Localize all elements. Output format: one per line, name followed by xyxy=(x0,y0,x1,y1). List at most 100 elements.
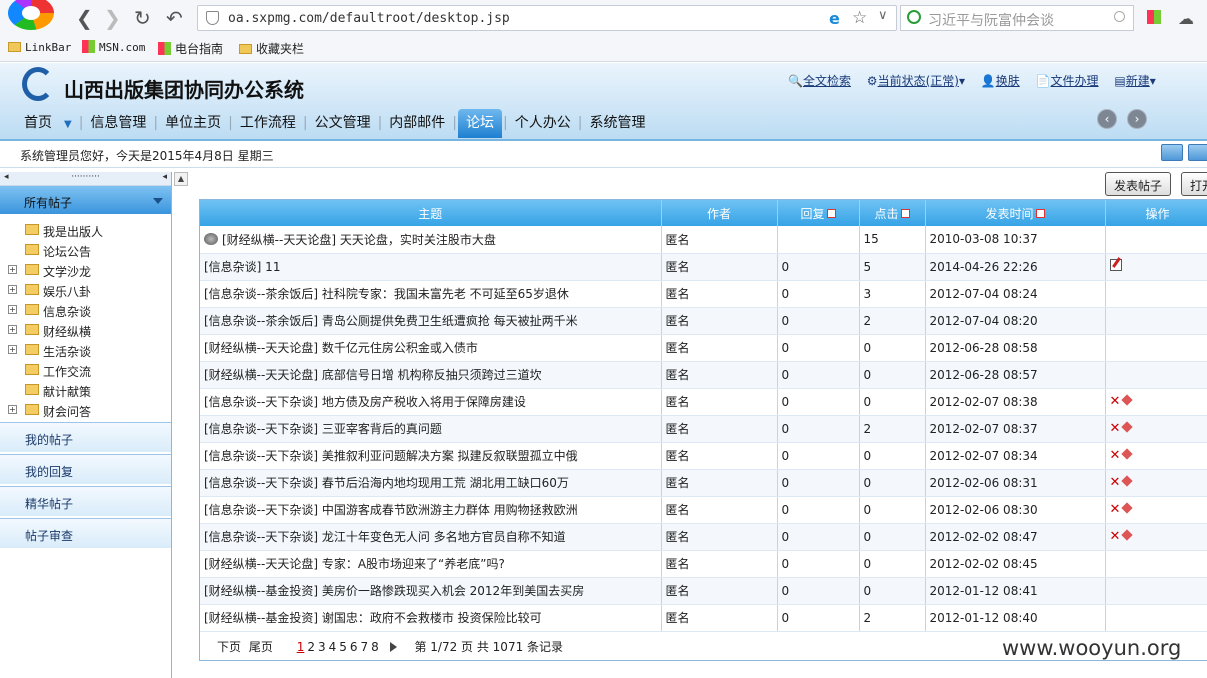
table-row[interactable]: [信息杂谈--天下杂谈] 中国游客成春节欧洲游主力群体 用购物拯救欧洲 匿名 0 0 2… xyxy=(200,496,1207,524)
fullscreen-icon[interactable] xyxy=(1188,144,1207,161)
move-icon[interactable] xyxy=(1121,448,1134,460)
status-link[interactable]: ⚙当前状态(正常)▾ xyxy=(867,74,965,88)
topic-link[interactable]: [信息杂谈--茶余饭后] 青岛公厕提供免费卫生纸遭疯抢 每天被扯两千米 xyxy=(204,314,578,328)
delete-icon[interactable]: ✕ xyxy=(1110,421,1121,436)
table-row[interactable]: [财经纵横--天天论盘] 专家：A股市场迎来了“养老底”吗? 匿名 0 0 2012-0… xyxy=(200,550,1207,578)
delete-icon[interactable]: ✕ xyxy=(1110,475,1121,490)
expand-icon[interactable]: + xyxy=(8,265,17,274)
ie-icon[interactable]: e xyxy=(829,9,840,28)
table-row[interactable]: [信息杂谈--天下杂谈] 地方债及房产税收入将用于保障房建设 匿名 0 0 2012-0… xyxy=(200,388,1207,416)
topic-link[interactable]: [财经纵横--基金投资] 谢国忠：政府不会救楼市 投资保险比较可 xyxy=(204,611,542,625)
tree-item-label[interactable]: 工作交流 xyxy=(43,363,91,380)
cell-topic[interactable]: [信息杂谈--天下杂谈] 春节后沿海内地均现用工荒 湖北用工缺口60万 xyxy=(200,469,662,497)
forward-icon[interactable]: ❯ xyxy=(104,8,121,28)
topic-link[interactable]: [财经纵横--基金投资] 美房价一路惨跌现买入机会 2012年到美国去买房 xyxy=(204,584,584,598)
sidebar-splitter[interactable]: ◂ ·········· ◂ xyxy=(0,172,171,186)
col-topic[interactable]: 主题 xyxy=(200,200,662,226)
topic-link[interactable]: [财经纵横--天天论盘] 数千亿元住房公积金或入债市 xyxy=(204,341,478,355)
menu-mail[interactable]: 内部邮件 xyxy=(383,110,451,134)
page-number-link[interactable]: 3 xyxy=(318,640,326,654)
tree-item-label[interactable]: 文学沙龙 xyxy=(43,263,91,280)
cell-topic[interactable]: [信息杂谈] 11 xyxy=(200,253,662,281)
menu-info[interactable]: 信息管理 xyxy=(84,110,152,134)
windows-icon[interactable] xyxy=(1147,10,1161,24)
topic-link[interactable]: [财经纵横--天天论盘] 底部信号日增 机构称反抽只须跨过三道坎 xyxy=(204,368,542,382)
expand-icon[interactable]: + xyxy=(8,305,17,314)
table-row[interactable]: [信息杂谈--天下杂谈] 三亚宰客背后的真问题 匿名 0 2 2012-02-07 08… xyxy=(200,415,1207,443)
table-row[interactable]: [信息杂谈--天下杂谈] 龙江十年变色无人问 多名地方官员自称不知道 匿名 0 0 20… xyxy=(200,523,1207,551)
sort-icon[interactable] xyxy=(1035,208,1045,218)
tree-item[interactable]: + 财经纵横 xyxy=(0,320,171,340)
expand-icon[interactable]: + xyxy=(8,285,17,294)
cell-topic[interactable]: [信息杂谈--天下杂谈] 三亚宰客背后的真问题 xyxy=(200,415,662,443)
cell-topic[interactable]: [财经纵横--天天论盘] 底部信号日增 机构称反抽只须跨过三道坎 xyxy=(200,361,662,389)
sidebar-featured-posts[interactable]: 精华帖子 xyxy=(0,486,171,516)
page-number-link[interactable]: 6 xyxy=(350,640,358,654)
tree-item[interactable]: 献计献策 xyxy=(0,380,171,400)
bookmark-msn[interactable]: MSN.com xyxy=(82,40,145,54)
cell-topic[interactable]: [信息杂谈--天下杂谈] 地方债及房产税收入将用于保障房建设 xyxy=(200,388,662,416)
address-bar[interactable]: oa.sxpmg.com/defaultroot/desktop.jsp e ☆… xyxy=(197,5,897,31)
back-icon[interactable]: ❮ xyxy=(76,8,93,28)
cell-topic[interactable]: [信息杂谈--天下杂谈] 龙江十年变色无人问 多名地方官员自称不知道 xyxy=(200,523,662,551)
table-row[interactable]: [信息杂谈] 11 匿名 0 5 2014-04-26 22:26 xyxy=(200,253,1207,281)
table-row[interactable]: [财经纵横--天天论盘] 天天论盘，实时关注股市大盘 匿名 15 2010-03-08… xyxy=(200,226,1207,254)
expand-icon[interactable]: + xyxy=(8,405,17,414)
move-icon[interactable] xyxy=(1121,475,1134,487)
cloud-icon[interactable]: ☁ xyxy=(1178,9,1194,28)
page-number-link[interactable]: 2 xyxy=(307,640,315,654)
page-number-link[interactable]: 8 xyxy=(371,640,379,654)
table-row[interactable]: [信息杂谈--茶余饭后] 青岛公厕提供免费卫生纸遭疯抢 每天被扯两千米 匿名 0 2 2… xyxy=(200,307,1207,335)
post-button[interactable]: 发表帖子 xyxy=(1105,172,1172,196)
cell-topic[interactable]: [财经纵横--天天论盘] 数千亿元住房公积金或入债市 xyxy=(200,334,662,362)
delete-icon[interactable]: ✕ xyxy=(1110,529,1121,544)
topic-link[interactable]: [信息杂谈--茶余饭后] 社科院专家：我国未富先老 不可延至65岁退休 xyxy=(204,287,569,301)
tree-item[interactable]: + 文学沙龙 xyxy=(0,260,171,280)
tree-item-label[interactable]: 财经纵横 xyxy=(43,323,91,340)
page-number-link[interactable]: 7 xyxy=(361,640,369,654)
page-number-link[interactable]: 5 xyxy=(339,640,347,654)
tree-item[interactable]: + 财会问答 xyxy=(0,400,171,420)
tree-item[interactable]: + 娱乐八卦 xyxy=(0,280,171,300)
cell-topic[interactable]: [信息杂谈--茶余饭后] 青岛公厕提供免费卫生纸遭疯抢 每天被扯两千米 xyxy=(200,307,662,335)
sidebar-header-all-posts[interactable]: 所有帖子 xyxy=(0,186,171,214)
tree-item-label[interactable]: 娱乐八卦 xyxy=(43,283,91,300)
tree-item-label[interactable]: 信息杂谈 xyxy=(43,303,91,320)
cell-topic[interactable]: [信息杂谈--茶余饭后] 社科院专家：我国未富先老 不可延至65岁退休 xyxy=(200,280,662,308)
topic-link[interactable]: [财经纵横--天天论盘] 专家：A股市场迎来了“养老底”吗? xyxy=(204,557,505,571)
search-box[interactable]: 习近平与阮富仲会谈 xyxy=(900,5,1134,31)
skin-link[interactable]: 👤换肤 xyxy=(981,74,1020,88)
sort-icon[interactable] xyxy=(826,208,836,218)
tree-item-label[interactable]: 献计献策 xyxy=(43,383,91,400)
edit-icon[interactable] xyxy=(1109,259,1122,271)
tree-item-label[interactable]: 论坛公告 xyxy=(43,243,91,260)
page-number-link[interactable]: 4 xyxy=(329,640,337,654)
next-pages-icon[interactable] xyxy=(389,641,397,652)
bookmark-favorites[interactable]: 收藏夹栏 xyxy=(239,40,304,57)
page-number-link[interactable]: 1 xyxy=(297,640,305,654)
col-replies[interactable]: 回复 xyxy=(777,200,860,226)
cell-topic[interactable]: [财经纵横--天天论盘] 天天论盘，实时关注股市大盘 xyxy=(200,226,662,254)
menu-forum[interactable]: 论坛 xyxy=(458,109,503,138)
delete-icon[interactable]: ✕ xyxy=(1110,448,1121,463)
refresh-icon[interactable]: ↻ xyxy=(134,8,151,28)
star-icon[interactable]: ☆ xyxy=(852,8,867,28)
collapse-sidebar-icon[interactable]: ▲ xyxy=(174,172,188,186)
tree-item[interactable]: 论坛公告 xyxy=(0,240,171,260)
col-author[interactable]: 作者 xyxy=(661,200,778,226)
move-icon[interactable] xyxy=(1121,421,1134,433)
arrow-right-icon[interactable]: ◂ xyxy=(162,172,167,182)
tree-item[interactable]: + 信息杂谈 xyxy=(0,300,171,320)
tree-item-label[interactable]: 生活杂谈 xyxy=(43,343,91,360)
prev-page-link[interactable]: 下页 xyxy=(217,640,241,654)
cell-topic[interactable]: [财经纵横--天天论盘] 专家：A股市场迎来了“养老底”吗? xyxy=(200,550,662,578)
move-icon[interactable] xyxy=(1121,394,1134,406)
url-text[interactable]: oa.sxpmg.com/defaultroot/desktop.jsp xyxy=(228,11,510,26)
delete-icon[interactable]: ✕ xyxy=(1110,502,1121,517)
tree-item-label[interactable]: 财会问答 xyxy=(43,403,91,420)
table-row[interactable]: [信息杂谈--天下杂谈] 春节后沿海内地均现用工荒 湖北用工缺口60万 匿名 0 0 2… xyxy=(200,469,1207,497)
menu-system[interactable]: 系统管理 xyxy=(583,110,651,134)
menu-unit[interactable]: 单位主页 xyxy=(159,110,227,134)
topic-link[interactable]: [信息杂谈--天下杂谈] 地方债及房产税收入将用于保障房建设 xyxy=(204,395,526,409)
tree-item[interactable]: + 生活杂谈 xyxy=(0,340,171,360)
